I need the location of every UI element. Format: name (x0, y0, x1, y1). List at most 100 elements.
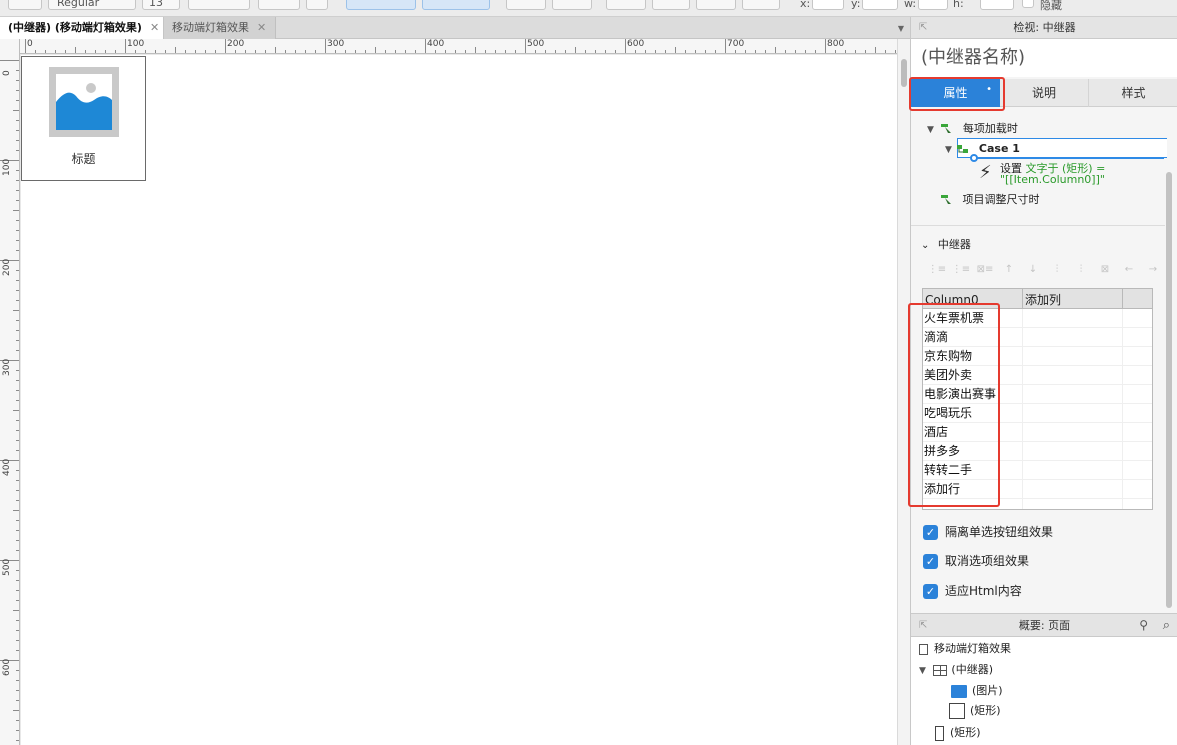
grid-cell[interactable] (1023, 499, 1123, 509)
valign-buttons[interactable] (422, 0, 490, 10)
align-buttons[interactable] (346, 0, 416, 10)
font-color-button[interactable] (258, 0, 300, 10)
checkbox-checked-icon[interactable]: ✓ (923, 584, 938, 599)
w-input[interactable] (918, 0, 948, 10)
checkbox-checked-icon[interactable]: ✓ (923, 554, 938, 569)
chevron-down-icon[interactable]: ▼ (898, 24, 904, 33)
option-fit-html[interactable]: ✓ 适应Html内容 (923, 582, 1022, 599)
collapse-icon[interactable]: ⇱ (919, 614, 927, 637)
collapse-icon[interactable]: ⇱ (919, 17, 927, 39)
grid-cell[interactable] (1023, 328, 1123, 347)
font-style-select[interactable]: Regular (48, 0, 136, 10)
event-on-item-resize[interactable]: 项目调整尺寸时 (941, 191, 1040, 207)
ruler-tick (16, 80, 19, 81)
ruler-tick (395, 50, 396, 53)
outline-item-rect-inner[interactable]: (矩形) (949, 702, 1001, 719)
image-placeholder[interactable] (49, 67, 119, 137)
ruler-tick (16, 90, 19, 91)
outline-item-image[interactable]: (图片) (951, 682, 1003, 698)
y-input[interactable] (862, 0, 898, 10)
line-width-button[interactable] (652, 0, 690, 10)
hidden-checkbox[interactable] (1022, 0, 1034, 8)
ruler-tick (16, 480, 19, 481)
grid-cell[interactable] (1023, 385, 1123, 404)
insert-column-left-icon[interactable]: ⫶ (1045, 264, 1069, 275)
case-1-label-row[interactable]: ▼ Case 1 (945, 142, 1020, 155)
font-size-select[interactable]: 13 (142, 0, 180, 10)
repeater-widget[interactable]: 标题 (21, 56, 146, 181)
option-isolate-radio[interactable]: ✓ 隔离单选按钮组效果 (923, 523, 1053, 540)
text-format-buttons[interactable] (188, 0, 250, 10)
outline-item-repeater[interactable]: ▼ (中继器) (919, 661, 993, 677)
widget-title-label[interactable]: 标题 (22, 150, 145, 167)
widget-name-field[interactable]: (中继器名称) (911, 39, 1177, 77)
action-set-text[interactable]: 设置 文字于 (矩形) = "[[Item.Column0]]" (1000, 163, 1105, 185)
image-icon (56, 83, 112, 130)
outline-item-page[interactable]: 移动端灯箱效果 (919, 640, 1011, 656)
delete-column-icon[interactable]: ⊠ (1093, 264, 1117, 275)
grid-cell[interactable] (1023, 461, 1123, 480)
ruler-tick (16, 570, 19, 571)
x-input[interactable] (812, 0, 844, 10)
tab-repeater-page[interactable]: (中继器) (移动端灯箱效果) ✕ (0, 17, 164, 39)
checkbox-checked-icon[interactable]: ✓ (923, 525, 938, 540)
design-canvas[interactable]: 标题 (21, 55, 897, 745)
ruler-tick (65, 50, 66, 53)
ruler-tick (785, 50, 786, 53)
ruler-tick (55, 50, 56, 53)
expand-triangle-icon[interactable]: ▼ (927, 125, 934, 135)
move-up-icon[interactable]: ↑ (997, 264, 1021, 275)
tab-lightbox-page[interactable]: 移动端灯箱效果 ✕ (164, 17, 276, 39)
shadow-button[interactable] (552, 0, 592, 10)
tab-style[interactable]: 样式 (1089, 79, 1177, 107)
grid-cell[interactable] (1023, 480, 1123, 499)
repeater-icon (933, 664, 948, 676)
delete-row-icon[interactable]: ⊠≡ (973, 264, 997, 275)
move-right-icon[interactable]: → (1141, 264, 1165, 275)
tab-notes[interactable]: 说明 (1000, 79, 1089, 107)
ruler-tick (215, 50, 216, 53)
grid-cell[interactable] (1023, 442, 1123, 461)
move-down-icon[interactable]: ↓ (1021, 264, 1045, 275)
h-input[interactable] (980, 0, 1014, 10)
tab-notes-label: 说明 (1031, 86, 1056, 100)
ruler-tick (535, 50, 536, 53)
ruler-label: 200 (227, 39, 245, 49)
repeater-section-header[interactable]: ⌄ 中继器 (921, 236, 971, 252)
move-left-icon[interactable]: ← (1117, 264, 1141, 275)
arrow-style-button[interactable] (742, 0, 780, 10)
option-cancel-selection-group[interactable]: ✓ 取消选项组效果 (923, 552, 1029, 569)
insert-row-below-icon[interactable]: ⋮≡ (949, 264, 973, 275)
grid-cell[interactable] (1023, 366, 1123, 385)
insert-column-right-icon[interactable]: ⫶ (1069, 264, 1093, 275)
ruler-tick (165, 50, 166, 53)
add-column-header[interactable]: 添加列 (1023, 289, 1123, 309)
grid-cell[interactable] (1023, 423, 1123, 442)
grid-cell[interactable] (1023, 347, 1123, 366)
fill-color-button[interactable] (506, 0, 546, 10)
line-style-button[interactable] (696, 0, 736, 10)
outline-item-rect-outer[interactable]: (矩形) (935, 724, 981, 741)
ruler-tick (16, 630, 19, 631)
inspector-scrollbar[interactable] (1165, 172, 1173, 612)
close-icon[interactable]: ✕ (150, 21, 159, 34)
insert-row-above-icon[interactable]: ⋮≡ (925, 264, 949, 275)
grid-cell[interactable] (1023, 309, 1123, 328)
ruler-tick (16, 290, 19, 291)
expand-triangle-icon[interactable]: ▼ (945, 145, 952, 155)
inspector-header: ⇱ 检视: 中继器 (911, 17, 1177, 39)
ruler-tick (255, 50, 256, 53)
event-on-item-load[interactable]: ▼ 每项加载时 (927, 120, 1018, 136)
search-icon[interactable]: ⌕ (1163, 614, 1170, 637)
toolbar-dropdown[interactable] (8, 0, 42, 10)
chevron-down-icon[interactable]: ⌄ (921, 240, 929, 251)
grid-cell[interactable] (1023, 404, 1123, 423)
filter-icon[interactable]: ⚲ (1139, 614, 1148, 637)
expand-triangle-icon[interactable]: ▼ (919, 666, 926, 676)
bullet-button[interactable] (306, 0, 328, 10)
close-icon[interactable]: ✕ (257, 21, 266, 34)
ruler-tick (375, 47, 376, 53)
line-color-button[interactable] (606, 0, 646, 10)
outline-panel: ⇱ 概要: 页面 ⚲ ⌕ 移动端灯箱效果 ▼ (中继器) (图片) (矩形) (… (910, 613, 1177, 745)
ruler-tick (455, 50, 456, 53)
